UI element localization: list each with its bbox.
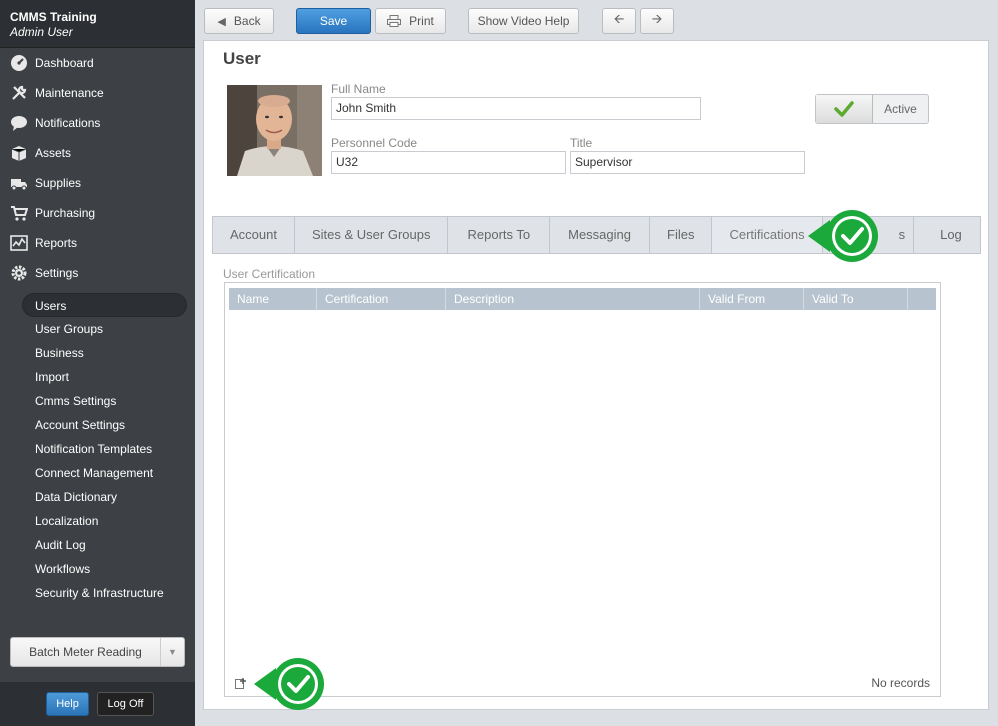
add-record-icon[interactable] <box>235 677 247 689</box>
nav-reports[interactable]: Reports <box>0 228 195 258</box>
subnav-data-dictionary[interactable]: Data Dictionary <box>0 485 187 509</box>
gear-icon <box>9 264 29 282</box>
arrow-left-icon: ◀ <box>217 15 226 28</box>
section-title: User Certification <box>223 267 316 281</box>
arrow-right-icon: 🡪 <box>651 11 663 26</box>
subnav-import[interactable]: Import <box>0 365 187 389</box>
chat-bubble-icon <box>9 114 29 132</box>
nav-label: Notifications <box>35 116 101 130</box>
subnav-account-settings[interactable]: Account Settings <box>0 413 187 437</box>
nav-label: Dashboard <box>35 56 94 70</box>
nav-supplies[interactable]: Supplies <box>0 168 195 198</box>
tab-account[interactable]: Account <box>213 217 295 253</box>
nav-assets[interactable]: Assets <box>0 138 195 168</box>
back-button[interactable]: ◀ Back <box>204 8 274 34</box>
current-user: Admin User <box>10 25 73 39</box>
no-records-text: No records <box>871 676 930 690</box>
tab-sites-user-groups[interactable]: Sites & User Groups <box>295 217 449 253</box>
subnav-notification-templates[interactable]: Notification Templates <box>0 437 187 461</box>
sidebar: CMMS Training Admin User Dashboard Maint… <box>0 0 195 726</box>
subnav-connect-management[interactable]: Connect Management <box>0 461 187 485</box>
page-title: User <box>223 49 261 68</box>
save-label: Save <box>319 14 348 28</box>
personnel-code-label: Personnel Code <box>331 136 418 150</box>
help-button[interactable]: Help <box>46 692 89 716</box>
nav-label: Assets <box>35 146 72 160</box>
nav-label: Supplies <box>35 176 82 190</box>
next-record-button[interactable]: 🡪 <box>640 8 674 34</box>
chart-icon <box>9 234 29 252</box>
batch-meter-reading-button[interactable]: Batch Meter Reading ▼ <box>10 637 185 667</box>
previous-record-button[interactable]: 🡨 <box>602 8 636 34</box>
log-off-button[interactable]: Log Off <box>97 692 154 716</box>
active-toggle[interactable]: Active <box>815 94 929 124</box>
check-callout-icon <box>254 658 324 710</box>
video-help-label: Show Video Help <box>477 14 570 28</box>
nav-notifications[interactable]: Notifications <box>0 108 195 138</box>
tab-files[interactable]: Files <box>650 217 713 253</box>
grid-header: Name Certification Description Valid Fro… <box>229 288 936 310</box>
save-button[interactable]: Save <box>296 8 371 34</box>
column-header-description[interactable]: Description <box>446 288 700 310</box>
wrench-icon <box>9 84 29 102</box>
cart-icon <box>9 204 29 222</box>
arrow-left-icon: 🡨 <box>613 11 625 26</box>
box-icon <box>9 144 29 162</box>
column-header-certification[interactable]: Certification <box>317 288 446 310</box>
active-label: Active <box>884 102 917 116</box>
back-label: Back <box>233 14 261 28</box>
subnav-users[interactable]: Users <box>22 293 187 317</box>
nav-dashboard[interactable]: Dashboard <box>0 48 195 78</box>
print-label: Print <box>409 14 434 28</box>
subnav-security-infrastructure[interactable]: Security & Infrastructure <box>0 581 187 605</box>
tab-log[interactable]: Log <box>914 217 980 253</box>
certification-grid: Name Certification Description Valid Fro… <box>224 282 941 697</box>
subnav-localization[interactable]: Localization <box>0 509 187 533</box>
user-photo[interactable] <box>227 85 322 176</box>
column-header-spacer <box>908 288 936 310</box>
title-label: Title <box>570 136 593 150</box>
check-callout-icon <box>808 210 878 262</box>
truck-icon <box>9 174 29 192</box>
subnav-business[interactable]: Business <box>0 341 187 365</box>
chevron-down-icon[interactable]: ▼ <box>160 638 184 666</box>
column-header-valid-from[interactable]: Valid From <box>700 288 804 310</box>
brand-header: CMMS Training Admin User <box>0 0 195 48</box>
subnav-workflows[interactable]: Workflows <box>0 557 187 581</box>
tab-reports-to[interactable]: Reports To <box>448 217 551 253</box>
nav-maintenance[interactable]: Maintenance <box>0 78 195 108</box>
full-name-field[interactable]: John Smith <box>331 97 701 120</box>
printer-icon <box>387 15 402 27</box>
title-field[interactable]: Supervisor <box>570 151 805 174</box>
nav-label: Settings <box>35 266 79 280</box>
batch-label: Batch Meter Reading <box>29 645 142 659</box>
column-header-valid-to[interactable]: Valid To <box>804 288 908 310</box>
nav-settings[interactable]: Settings <box>0 258 195 288</box>
check-icon <box>816 95 873 123</box>
user-form-panel: User Full Name John Smith Personnel Code… <box>203 40 989 710</box>
nav-label: Maintenance <box>35 86 104 100</box>
tab-messaging[interactable]: Messaging <box>550 217 650 253</box>
full-name-label: Full Name <box>331 82 386 96</box>
dashboard-icon <box>9 54 29 72</box>
subnav-cmms-settings[interactable]: Cmms Settings <box>0 389 187 413</box>
column-header-name[interactable]: Name <box>229 288 317 310</box>
nav-label: Purchasing <box>35 206 96 220</box>
nav-purchasing[interactable]: Purchasing <box>0 198 195 228</box>
settings-subnav: Users User Groups Business Import Cmms S… <box>0 293 195 605</box>
print-button[interactable]: Print <box>375 8 446 34</box>
subnav-audit-log[interactable]: Audit Log <box>0 533 187 557</box>
nav-label: Reports <box>35 236 78 250</box>
personnel-code-field[interactable]: U32 <box>331 151 566 174</box>
subnav-user-groups[interactable]: User Groups <box>0 317 187 341</box>
org-name: CMMS Training <box>10 10 97 24</box>
show-video-help-button[interactable]: Show Video Help <box>468 8 579 34</box>
